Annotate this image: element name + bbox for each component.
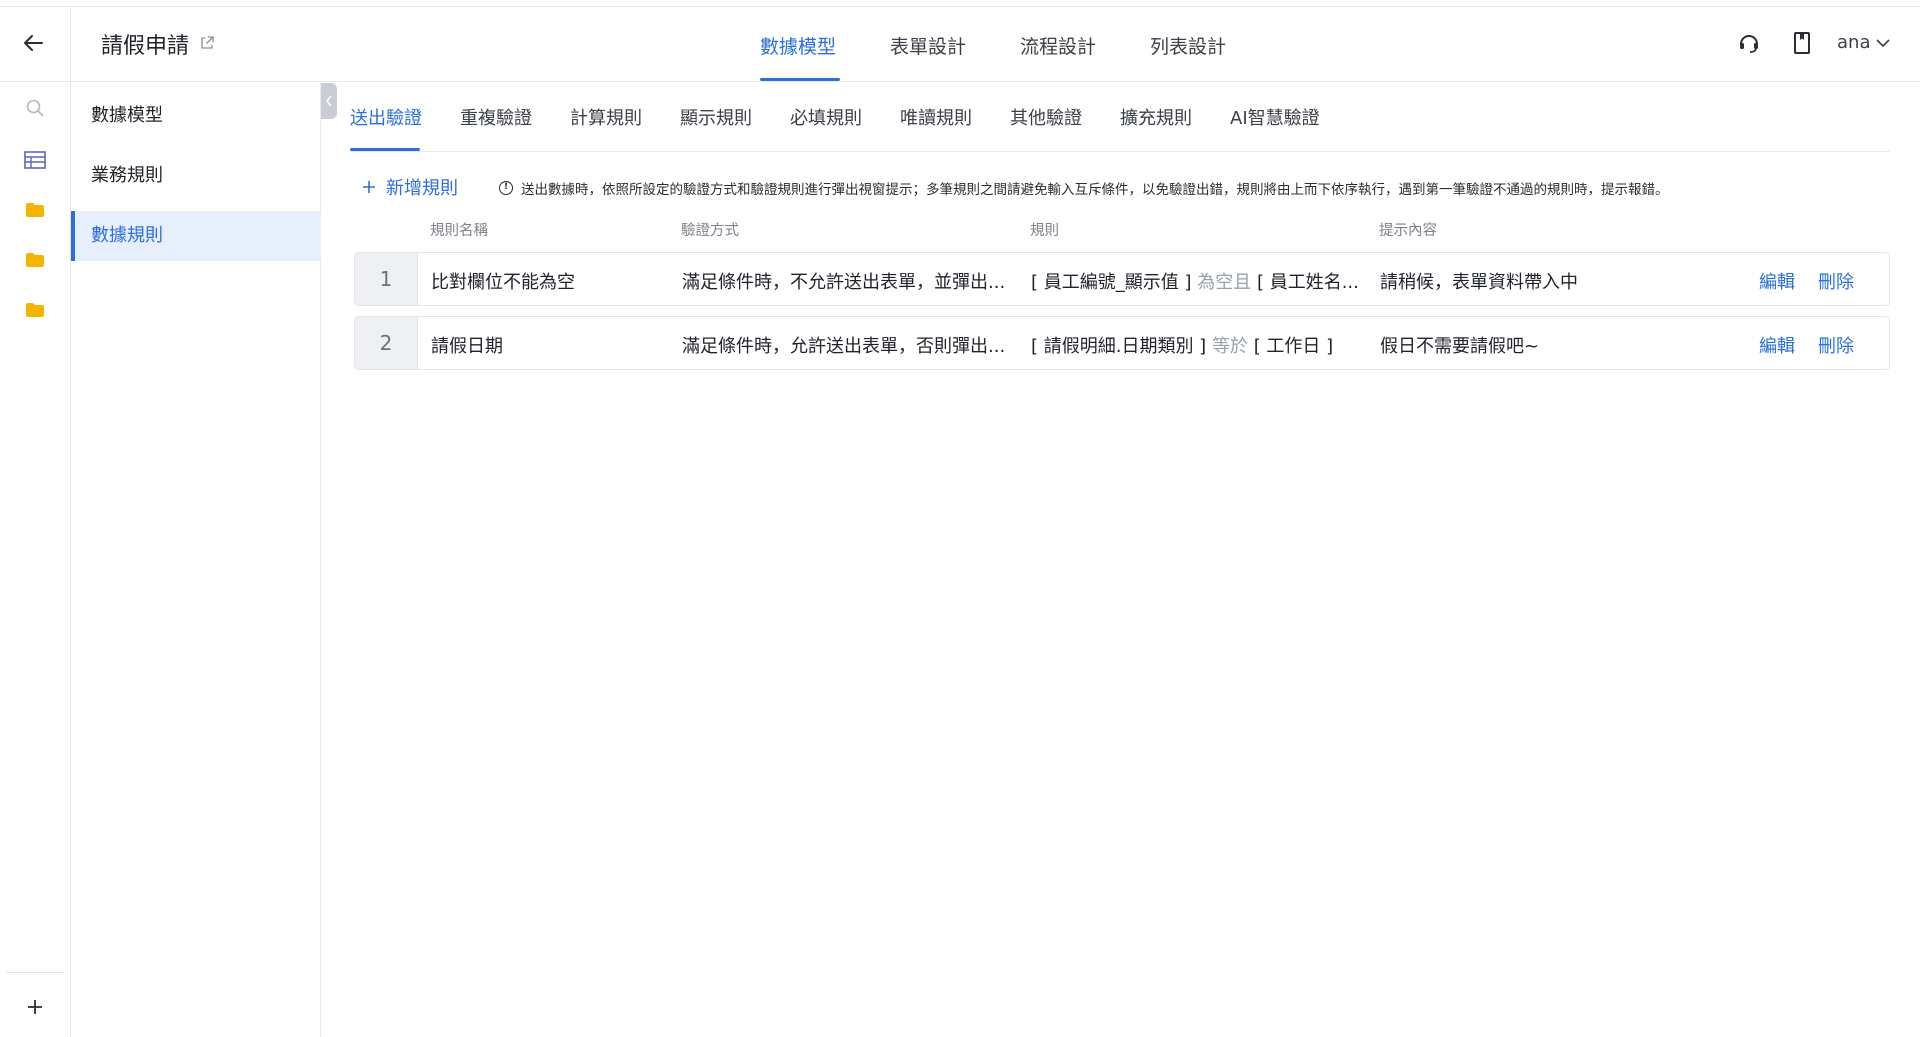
tab-duplicate-validation[interactable]: 重複驗證 <box>460 104 532 130</box>
tab-flow-design[interactable]: 流程設計 <box>1020 32 1096 59</box>
sidebar-item-data-rules[interactable]: 數據規則 <box>71 211 321 261</box>
validation-method: 滿足條件時，允許送出表單，否則彈出... <box>682 336 1006 357</box>
column-header-name: 規則名稱 <box>430 223 488 239</box>
sidebar-collapse-handle[interactable] <box>321 83 337 119</box>
rail-folder-2[interactable] <box>23 248 47 272</box>
folder-icon <box>26 203 44 217</box>
tab-data-model[interactable]: 數據模型 <box>760 32 836 59</box>
rule-operator: 等於 <box>1211 336 1248 357</box>
folder-icon <box>26 253 44 267</box>
prompt-message: 請稍候，表單資料帶入中 <box>1380 272 1578 293</box>
sidebar-item-business-rules[interactable]: 業務規則 <box>71 151 321 201</box>
table-icon <box>24 151 46 169</box>
top-header: 請假申請 數據模型 表單設計 流程設計 列表設計 ana <box>0 0 1920 82</box>
info-text: 送出數據時，依照所設定的驗證方式和驗證規則進行彈出視窗提示；多筆規則之間請避免輸… <box>521 182 1669 198</box>
support-button[interactable] <box>1736 30 1762 56</box>
rule-field: [ 請假明細.日期類別 ] <box>1031 336 1207 357</box>
table-row[interactable]: 1 比對欄位不能為空 滿足條件時，不允許送出表單，並彈出... [ 員工編號_顯… <box>354 252 1890 306</box>
search-icon <box>26 99 44 117</box>
rule-value: [ 工作日 ] <box>1253 336 1334 357</box>
table-row[interactable]: 2 請假日期 滿足條件時，允許送出表單，否則彈出... [ 請假明細.日期類別 … <box>354 316 1890 370</box>
add-rule-button[interactable]: 新增規則 <box>362 174 458 200</box>
headset-icon <box>1740 35 1758 53</box>
tab-form-design[interactable]: 表單設計 <box>890 32 966 59</box>
tab-submit-validation[interactable]: 送出驗證 <box>350 104 422 130</box>
active-tab-indicator <box>760 78 840 81</box>
top-tabs: 數據模型 表單設計 流程設計 列表設計 <box>0 0 1920 82</box>
edit-button[interactable]: 編輯 <box>1759 268 1795 294</box>
rail-add-button[interactable] <box>22 994 48 1020</box>
rule-operator: 為空且 <box>1197 272 1252 293</box>
sidebar-item-data-model[interactable]: 數據模型 <box>71 91 321 141</box>
tab-ai-validation[interactable]: AI智慧驗證 <box>1230 104 1320 130</box>
docs-button[interactable] <box>1789 30 1815 56</box>
rule-field: [ 員工編號_顯示值 ] <box>1031 272 1192 293</box>
row-index: 2 <box>355 317 418 369</box>
tab-list-design[interactable]: 列表設計 <box>1150 32 1226 59</box>
folder-icon <box>26 303 44 317</box>
column-header-message: 提示內容 <box>1379 223 1437 239</box>
column-header-rule: 規則 <box>1030 223 1059 239</box>
tab-display-rules[interactable]: 顯示規則 <box>680 104 752 130</box>
rail-table-button[interactable] <box>23 148 47 172</box>
row-index: 1 <box>355 253 418 305</box>
rule-tabs: 送出驗證 重複驗證 計算規則 顯示規則 必填規則 唯讀規則 其他驗證 擴充規則 … <box>350 83 1890 152</box>
tab-calculation-rules[interactable]: 計算規則 <box>570 104 642 130</box>
rail-search-button[interactable] <box>23 96 47 120</box>
delete-button[interactable]: 刪除 <box>1818 268 1854 294</box>
add-rule-label: 新增規則 <box>386 178 458 199</box>
prompt-message: 假日不需要請假吧~ <box>1380 336 1540 357</box>
plus-icon <box>28 1000 42 1014</box>
tab-required-rules[interactable]: 必填規則 <box>790 104 862 130</box>
rule-name: 比對欄位不能為空 <box>431 272 575 293</box>
tab-readonly-rules[interactable]: 唯讀規則 <box>900 104 972 130</box>
rail-folder-3[interactable] <box>23 298 47 322</box>
user-name: ana <box>1837 32 1871 53</box>
tab-other-validation[interactable]: 其他驗證 <box>1010 104 1082 130</box>
user-menu[interactable]: ana <box>1837 32 1891 53</box>
rail-bottom-divider <box>6 972 64 973</box>
delete-button[interactable]: 刪除 <box>1818 332 1854 358</box>
rail-folder-1[interactable] <box>23 198 47 222</box>
column-header-method: 驗證方式 <box>681 223 739 239</box>
chevron-left-icon <box>325 95 332 107</box>
chevron-down-icon <box>1876 38 1891 47</box>
rule-value: [ 員工姓名... <box>1256 272 1359 293</box>
info-icon: ! <box>499 181 513 195</box>
tab-extension-rules[interactable]: 擴充規則 <box>1120 104 1192 130</box>
validation-method: 滿足條件時，不允許送出表單，並彈出... <box>682 272 1006 293</box>
plus-icon <box>363 181 375 193</box>
edit-button[interactable]: 編輯 <box>1759 332 1795 358</box>
active-rule-tab-indicator <box>350 148 420 151</box>
book-icon <box>1794 32 1810 54</box>
secondary-sidebar: 數據模型 業務規則 數據規則 <box>71 83 321 1037</box>
rule-expression: [ 請假明細.日期類別 ] 等於 [ 工作日 ] <box>1031 332 1371 358</box>
rule-name: 請假日期 <box>431 336 503 357</box>
info-notice: ! 送出數據時，依照所設定的驗證方式和驗證規則進行彈出視窗提示；多筆規則之間請避… <box>499 178 1669 198</box>
rule-expression: [ 員工編號_顯示值 ] 為空且 [ 員工姓名... <box>1031 268 1371 294</box>
